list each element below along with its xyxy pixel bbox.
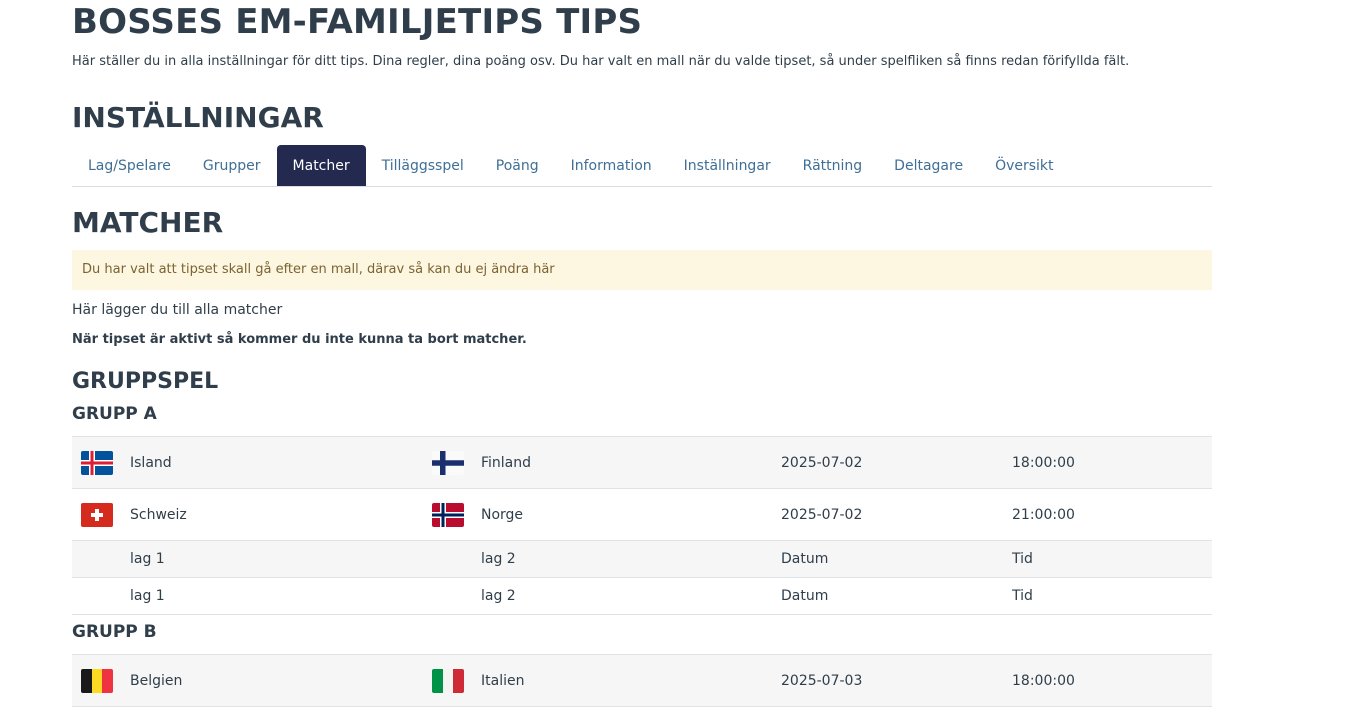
- match-date: 2025-07-03: [781, 672, 863, 689]
- stage-title: GRUPPSPEL: [72, 369, 219, 394]
- flag-norway-icon: [432, 502, 464, 527]
- template-notice: Du har valt att tipset skall gå efter en…: [72, 250, 1212, 290]
- tab-tillaggsspel[interactable]: Tilläggsspel: [366, 145, 480, 186]
- tab-lag-spelare[interactable]: Lag/Spelare: [72, 145, 187, 186]
- group-a-matches: Island Finland 2025-07-02 18:00:00 Schwe…: [72, 436, 1212, 615]
- tab-poang[interactable]: Poäng: [480, 145, 555, 186]
- team1-name: Island: [130, 454, 172, 471]
- group-b-matches: Belgien Italien 2025-07-03 18:00:00: [72, 654, 1212, 707]
- helper-text: Här lägger du till alla matcher: [72, 302, 283, 318]
- date-placeholder: Datum: [781, 588, 829, 604]
- match-row-placeholder[interactable]: lag 1 lag 2 Datum Tid: [72, 541, 1212, 578]
- match-row-placeholder[interactable]: lag 1 lag 2 Datum Tid: [72, 578, 1212, 615]
- intro-text: Här ställer du in alla inställningar för…: [72, 54, 1130, 69]
- team2-placeholder: lag 2: [481, 551, 516, 567]
- flag-switzerland-icon: [81, 502, 113, 527]
- time-placeholder: Tid: [1012, 588, 1033, 604]
- team2-name: Italien: [481, 672, 525, 689]
- flag-italy-icon: [432, 668, 464, 693]
- flag-belgium-icon: [81, 668, 113, 693]
- team1-name: Schweiz: [130, 506, 187, 523]
- tab-installningar[interactable]: Inställningar: [668, 145, 787, 186]
- match-row[interactable]: Schweiz Norge 2025-07-02 21:00:00: [72, 489, 1212, 541]
- match-time: 21:00:00: [1012, 506, 1075, 523]
- tab-matcher[interactable]: Matcher: [276, 145, 366, 186]
- team2-name: Finland: [481, 454, 532, 471]
- match-date: 2025-07-02: [781, 454, 863, 471]
- team2-name: Norge: [481, 506, 524, 523]
- match-date: 2025-07-02: [781, 506, 863, 523]
- flag-iceland-icon: [81, 450, 113, 475]
- team1-placeholder: lag 1: [130, 588, 165, 604]
- tab-oversikt[interactable]: Översikt: [979, 145, 1069, 186]
- flag-finland-icon: [432, 450, 464, 475]
- date-placeholder: Datum: [781, 551, 829, 567]
- tab-rattning[interactable]: Rättning: [787, 145, 879, 186]
- match-row[interactable]: Belgien Italien 2025-07-03 18:00:00: [72, 655, 1212, 707]
- team1-placeholder: lag 1: [130, 551, 165, 567]
- team2-placeholder: lag 2: [481, 588, 516, 604]
- settings-heading: INSTÄLLNINGAR: [72, 101, 324, 134]
- group-b-title: GRUPP B: [72, 622, 157, 642]
- matches-heading: MATCHER: [72, 206, 224, 239]
- tab-deltagare[interactable]: Deltagare: [878, 145, 979, 186]
- match-row[interactable]: Island Finland 2025-07-02 18:00:00: [72, 437, 1212, 489]
- page-title: BOSSES EM-FAMILJETIPS TIPS: [72, 2, 643, 42]
- settings-tabs: Lag/Spelare Grupper Matcher Tilläggsspel…: [72, 145, 1212, 187]
- group-a-title: GRUPP A: [72, 404, 157, 424]
- tab-information[interactable]: Information: [555, 145, 668, 186]
- time-placeholder: Tid: [1012, 551, 1033, 567]
- tab-grupper[interactable]: Grupper: [187, 145, 277, 186]
- match-time: 18:00:00: [1012, 672, 1075, 689]
- match-time: 18:00:00: [1012, 454, 1075, 471]
- delete-warning: När tipset är aktivt så kommer du inte k…: [72, 332, 527, 347]
- team1-name: Belgien: [130, 672, 183, 689]
